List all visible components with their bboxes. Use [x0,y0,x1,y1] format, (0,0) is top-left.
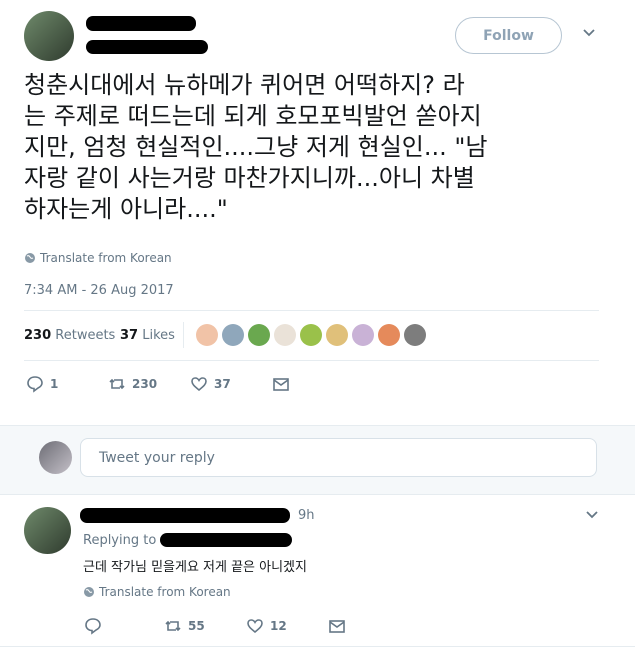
retweet-icon [109,378,125,390]
tweet-text: 청춘시대에서 뉴하메가 퀴어면 어떡하지? 라 는 주제로 떠드는데 되게 호모… [24,71,488,223]
message-action[interactable] [272,375,290,393]
translate-link[interactable]: Translate from Korean [24,251,172,265]
liker-avatar[interactable] [248,324,270,346]
reply-retweet-count: 55 [188,619,205,633]
current-user-avatar[interactable] [39,441,72,474]
liker-avatar[interactable] [326,324,348,346]
like-action[interactable]: 37 [190,375,231,393]
retweet-action[interactable]: 230 [108,375,157,393]
tweet-timestamp[interactable]: 7:34 AM - 26 Aug 2017 [24,283,174,298]
reply-message-action[interactable] [328,617,346,635]
chevron-down-icon[interactable] [585,508,599,526]
translate-label: Translate from Korean [99,585,231,599]
reply-placeholder: Tweet your reply [99,449,215,466]
reply-translate-link[interactable]: Translate from Korean [83,585,231,599]
reply-like-count: 12 [270,619,287,633]
likes-label: Likes [142,328,175,343]
liker-avatar[interactable] [196,324,218,346]
retweet-count: 230 [132,377,158,391]
stats-separator [183,322,184,348]
liker-avatar[interactable] [404,324,426,346]
liker-avatar[interactable] [274,324,296,346]
likers-avatars [196,324,426,346]
reply-like-action[interactable]: 12 [246,617,287,635]
retweets-label: Retweets [55,328,116,343]
divider [0,646,635,647]
divider [24,310,599,311]
envelope-icon [273,378,289,391]
retweets-stat[interactable]: 230 Retweets [24,328,115,343]
author-avatar[interactable] [24,11,74,61]
reply-icon [85,618,101,635]
liker-avatar[interactable] [222,324,244,346]
reply-reply-action[interactable] [84,617,102,635]
liker-avatar[interactable] [352,324,374,346]
chevron-down-icon[interactable] [582,26,596,44]
reply-input[interactable]: Tweet your reply [80,438,597,477]
replying-to-redacted [160,533,292,547]
divider [24,360,599,361]
likes-count: 37 [120,328,139,343]
replying-to-label: Replying to [83,533,157,548]
liker-avatar[interactable] [300,324,322,346]
reply-author-redacted [80,508,290,523]
author-handle-redacted [86,40,208,54]
reply-author-avatar[interactable] [24,507,71,554]
globe-icon [84,587,94,597]
globe-icon [25,253,35,263]
heart-icon [247,619,263,634]
reply-time[interactable]: 9h [298,508,315,523]
retweet-icon [165,620,181,632]
author-name-redacted [86,16,196,31]
envelope-icon [329,620,345,633]
reply-retweet-action[interactable]: 55 [164,617,205,635]
retweets-count: 230 [24,328,52,343]
liker-avatar[interactable] [378,324,400,346]
reply-icon [27,376,43,393]
translate-label: Translate from Korean [40,251,172,265]
heart-icon [191,377,207,392]
reply-count: 1 [50,377,59,391]
likes-stat[interactable]: 37 Likes [120,328,175,343]
follow-button[interactable]: Follow [455,17,562,54]
like-count: 37 [214,377,231,391]
reply-text: 근데 작가님 믿을게요 저게 끝은 아니겠지 [83,560,307,575]
reply-action[interactable]: 1 [26,375,58,393]
